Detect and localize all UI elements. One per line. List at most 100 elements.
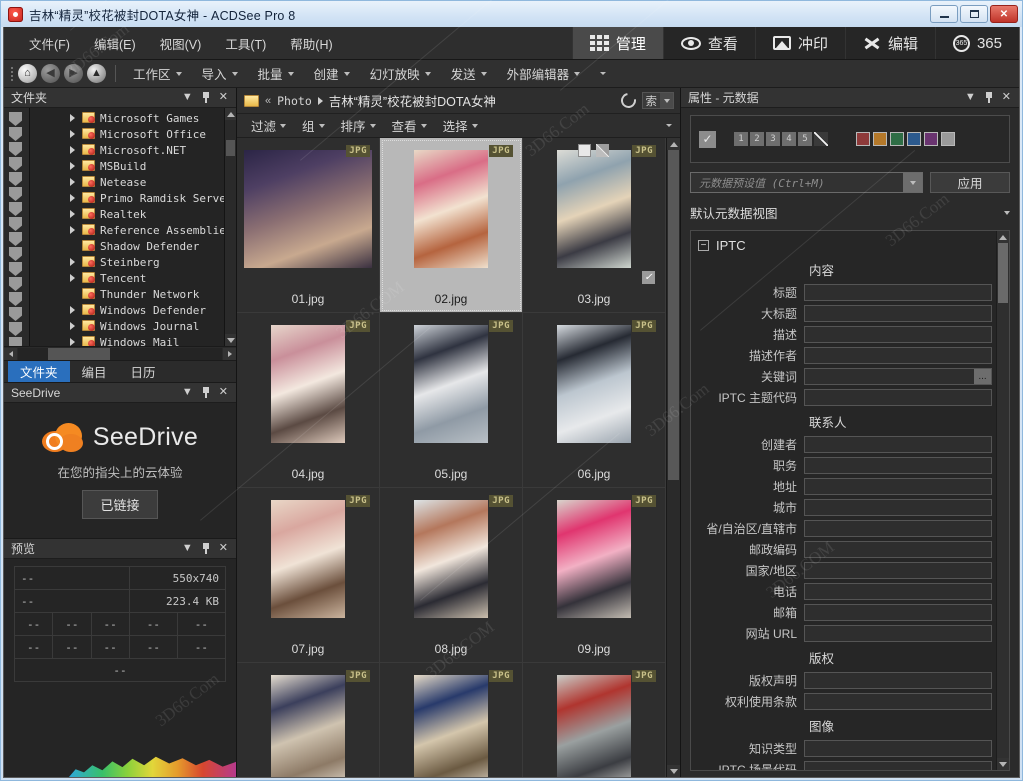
rating-2[interactable]: 2 — [750, 132, 764, 146]
metadata-field-input[interactable] — [804, 284, 992, 301]
thumbnail-image[interactable] — [271, 675, 345, 777]
thumbnail-image[interactable] — [557, 325, 631, 443]
metadata-field-input[interactable] — [804, 457, 992, 474]
thumbnail-image[interactable] — [414, 675, 488, 777]
thumbnail-cell[interactable]: JPG ✓ 03.jpg — [523, 138, 666, 313]
folder-tree-item[interactable]: Windows Journal — [30, 318, 236, 334]
expand-arrow-icon[interactable] — [70, 178, 75, 186]
metadata-field-input[interactable] — [804, 625, 992, 642]
metadata-field-input[interactable]: ... — [804, 368, 992, 385]
home-button[interactable]: ⌂ — [18, 64, 37, 83]
hscroll-left-button[interactable] — [4, 347, 17, 360]
thumbnail-image[interactable] — [414, 500, 488, 618]
metadata-preset-input[interactable]: 元数据预设值 (Ctrl+M) — [690, 172, 923, 193]
pin-icon[interactable] — [202, 543, 210, 554]
metadata-field-input[interactable] — [804, 436, 992, 453]
expand-arrow-icon[interactable] — [70, 258, 75, 266]
group-menu[interactable]: 组 — [294, 114, 333, 137]
metadata-group-iptc[interactable]: − IPTC — [691, 231, 996, 256]
folder-tree-item[interactable]: Primo Ramdisk Server — [30, 190, 236, 206]
thumbnail-cell[interactable]: JPG 09.jpg — [523, 488, 666, 663]
seedrive-panel-menu-icon[interactable]: ▼ — [182, 387, 193, 398]
folder-tree-item[interactable]: Realtek — [30, 206, 236, 222]
scroll-thumb[interactable] — [668, 150, 679, 480]
category-badge-icon[interactable] — [9, 157, 22, 171]
folder-tree-item[interactable]: Netease — [30, 174, 236, 190]
filter-menu[interactable]: 过滤 — [243, 114, 294, 137]
left-tab-folders[interactable]: 文件夹 — [8, 361, 70, 382]
thumbnail-image[interactable] — [244, 150, 372, 268]
folder-tree-item[interactable]: MSBuild — [30, 158, 236, 174]
scroll-down-button[interactable] — [997, 758, 1009, 770]
metadata-field-input[interactable] — [804, 583, 992, 600]
rating-3[interactable]: 3 — [766, 132, 780, 146]
scroll-up-button[interactable] — [997, 231, 1009, 243]
color-label-4[interactable] — [907, 132, 921, 146]
rating-1[interactable]: 1 — [734, 132, 748, 146]
forward-button[interactable]: ▶ — [64, 64, 83, 83]
thumbnail-cell[interactable]: JPG12.jpg — [523, 663, 666, 777]
expand-arrow-icon[interactable] — [70, 146, 75, 154]
category-badge-icon[interactable] — [9, 307, 22, 321]
scroll-down-button[interactable] — [225, 334, 236, 346]
scroll-up-button[interactable] — [667, 138, 680, 150]
pin-icon[interactable] — [202, 387, 210, 398]
metadata-field-input[interactable] — [804, 499, 992, 516]
thumbnail-cell[interactable]: JPG11.jpg — [380, 663, 523, 777]
folder-tree-item[interactable]: Shadow Defender — [30, 238, 236, 254]
metadata-field-input[interactable] — [804, 326, 992, 343]
close-icon[interactable]: ✕ — [1002, 92, 1011, 103]
thumbnail-cell[interactable]: JPG 08.jpg — [380, 488, 523, 663]
tab-view[interactable]: 查看 — [662, 27, 755, 59]
category-badge-icon[interactable] — [9, 232, 22, 246]
metadata-field-input[interactable] — [804, 389, 992, 406]
thumbnail-cell[interactable]: JPG 01.jpg — [237, 138, 380, 313]
metadata-field-input[interactable] — [804, 478, 992, 495]
thumbnail-cell[interactable]: JPG 02.jpg — [380, 138, 523, 313]
thumbnail-cell[interactable]: JPG 06.jpg — [523, 313, 666, 488]
pin-icon[interactable] — [985, 92, 993, 103]
search-input[interactable]: 索 — [641, 92, 674, 109]
expand-arrow-icon[interactable] — [70, 130, 75, 138]
checkbox-checked-icon[interactable]: ✓ — [642, 271, 655, 284]
scroll-thumb[interactable] — [998, 243, 1008, 303]
rating-4[interactable]: 4 — [782, 132, 796, 146]
hscroll-right-button[interactable] — [223, 347, 236, 360]
toolbar-overflow[interactable] — [590, 69, 616, 78]
expand-arrow-icon[interactable] — [70, 226, 75, 234]
expand-arrow-icon[interactable] — [70, 274, 75, 282]
thumbnail-image[interactable] — [557, 675, 631, 777]
select-menu[interactable]: 选择 — [435, 114, 486, 137]
expand-arrow-icon[interactable] — [70, 162, 75, 170]
scroll-up-button[interactable] — [225, 108, 236, 120]
close-icon[interactable]: ✕ — [219, 387, 228, 398]
category-badge-icon[interactable] — [9, 202, 22, 216]
metadata-scrollbar[interactable] — [996, 231, 1009, 770]
breadcrumb-root[interactable]: Photo — [277, 94, 312, 108]
expand-arrow-icon[interactable] — [70, 338, 75, 346]
thumbnail-image[interactable] — [557, 150, 631, 268]
category-badge-icon[interactable] — [9, 247, 22, 261]
toolbar-workspace[interactable]: 工作区 — [123, 61, 192, 86]
tab-print[interactable]: 冲印 — [754, 27, 845, 59]
folder-tree-item[interactable]: Microsoft Office — [30, 126, 236, 142]
apply-button[interactable]: 应用 — [930, 172, 1010, 193]
expand-arrow-icon[interactable] — [70, 114, 75, 122]
folders-panel-menu-icon[interactable]: ▼ — [182, 92, 193, 103]
expand-arrow-icon[interactable] — [70, 194, 75, 202]
collapse-icon[interactable]: − — [698, 240, 709, 251]
filter-bar-overflow[interactable] — [658, 122, 680, 129]
folder-tree-item[interactable]: Thunder Network — [30, 286, 236, 302]
refresh-icon[interactable] — [617, 90, 639, 111]
metadata-field-input[interactable] — [804, 347, 992, 364]
folder-tree-item[interactable]: Windows Mail — [30, 334, 236, 346]
back-button[interactable]: ◀ — [41, 64, 60, 83]
thumbnail-image[interactable] — [414, 325, 488, 443]
close-icon[interactable]: ✕ — [219, 92, 228, 103]
folder-tree-item[interactable]: Microsoft Games — [30, 110, 236, 126]
thumbnail-image[interactable] — [414, 150, 488, 268]
metadata-field-input[interactable] — [804, 761, 992, 770]
checkbox-partial-icon[interactable] — [596, 144, 609, 157]
category-badge-icon[interactable] — [9, 322, 22, 336]
menu-help[interactable]: 帮助(H) — [279, 30, 343, 57]
